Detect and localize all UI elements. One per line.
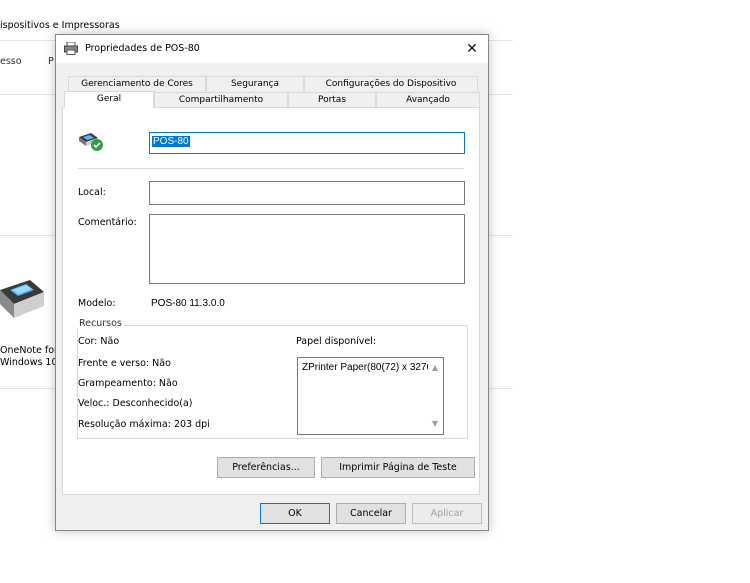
- tab-color-management[interactable]: Gerenciamento de Cores: [68, 76, 206, 91]
- printer-properties-dialog: Propriedades de POS-80 ✕ Gerenciamento d…: [55, 34, 489, 531]
- comment-textarea[interactable]: [149, 214, 465, 284]
- printer-name-input[interactable]: POS-80: [149, 132, 465, 154]
- model-value: POS-80 11.3.0.0: [151, 298, 225, 309]
- cancel-button[interactable]: Cancelar: [336, 503, 406, 524]
- tab-advanced[interactable]: Avançado: [376, 92, 480, 107]
- paper-label: Papel disponível:: [296, 336, 377, 347]
- ok-button[interactable]: OK: [260, 503, 330, 524]
- dialog-title: Propriedades de POS-80: [85, 43, 200, 54]
- printer-ready-icon: [79, 133, 103, 151]
- scroll-up-icon[interactable]: ▲: [429, 362, 441, 374]
- feature-duplex: Frente e verso: Não: [78, 358, 171, 369]
- apply-button[interactable]: Aplicar: [412, 503, 482, 524]
- preferences-button[interactable]: Preferências...: [217, 457, 315, 478]
- feature-color: Cor: Não: [78, 336, 120, 347]
- paper-list-item[interactable]: ZPrinter Paper(80(72) x 3276: [302, 362, 428, 373]
- feature-resolution: Resolução máxima: 203 dpi: [78, 419, 210, 430]
- general-tab-panel: POS-80 Local: Comentário: Modelo: POS-80…: [62, 107, 480, 495]
- background-toolbar-item[interactable]: P: [48, 56, 54, 67]
- tab-general[interactable]: Geral: [64, 91, 154, 108]
- background-window-title: ispositivos e Impressoras: [0, 20, 120, 31]
- background-printer-label: OneNote for: [0, 345, 58, 356]
- printer-icon: [64, 42, 78, 55]
- tab-device-settings[interactable]: Configurações do Dispositivo: [304, 76, 478, 91]
- feature-staple: Grampeamento: Não: [78, 378, 178, 389]
- paper-listbox[interactable]: ZPrinter Paper(80(72) x 3276 ▲ ▼: [297, 357, 444, 435]
- feature-speed: Veloc.: Desconhecido(a): [78, 398, 193, 409]
- printer-name-value: POS-80: [152, 136, 190, 147]
- tab-security[interactable]: Segurança: [206, 76, 304, 91]
- divider: [78, 168, 464, 169]
- background-toolbar-item[interactable]: esso: [0, 56, 22, 67]
- background-printer-label: Windows 10: [0, 357, 58, 368]
- tab-sharing[interactable]: Compartilhamento: [154, 92, 288, 107]
- dialog-titlebar[interactable]: Propriedades de POS-80 ✕: [56, 35, 488, 63]
- onenote-printer-icon[interactable]: [0, 268, 46, 328]
- location-label: Local:: [78, 187, 106, 198]
- print-test-page-button[interactable]: Imprimir Página de Teste: [321, 457, 475, 478]
- close-button[interactable]: ✕: [462, 39, 482, 59]
- features-legend: Recursos: [77, 318, 124, 329]
- scroll-down-icon[interactable]: ▼: [429, 418, 441, 430]
- comment-label: Comentário:: [78, 217, 137, 228]
- location-input[interactable]: [149, 181, 465, 205]
- model-label: Modelo:: [78, 298, 116, 309]
- tab-ports[interactable]: Portas: [288, 92, 376, 107]
